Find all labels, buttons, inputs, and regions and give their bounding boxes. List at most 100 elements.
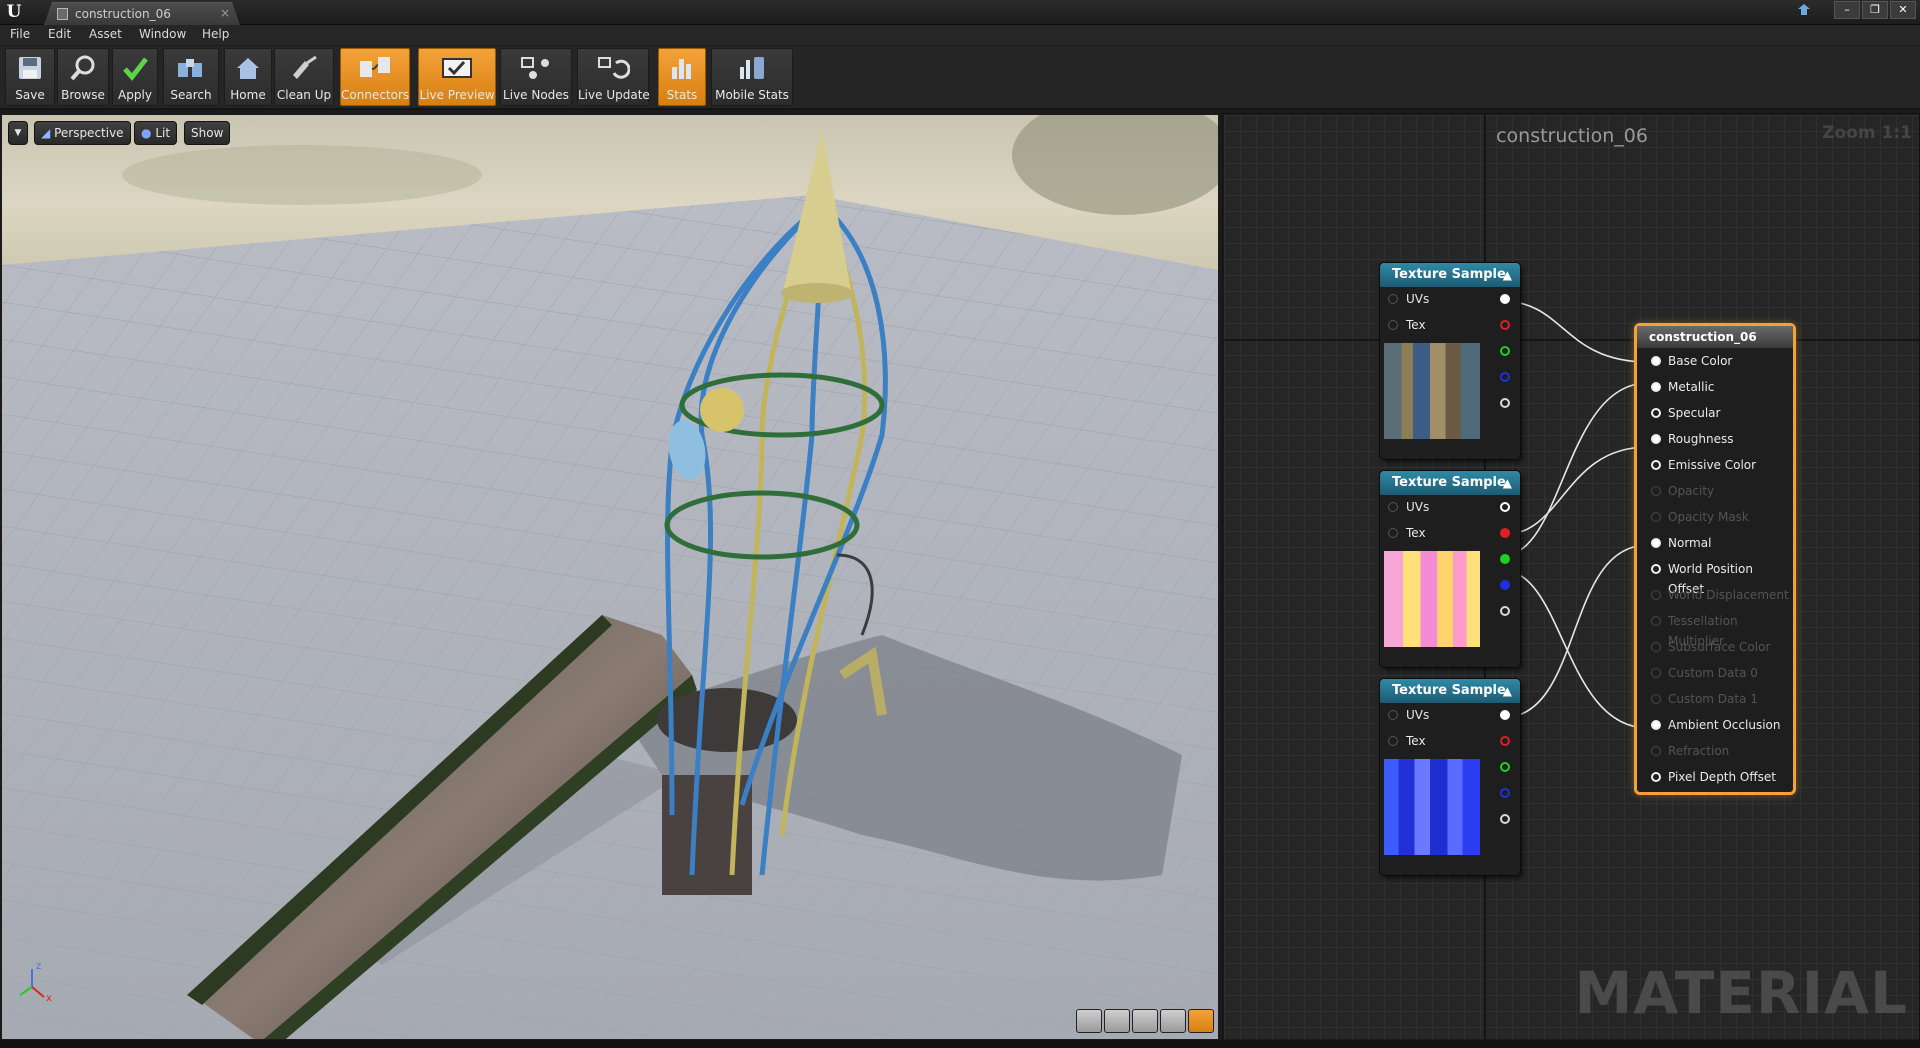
material-input-label: Opacity Mask bbox=[1668, 510, 1749, 524]
menu-edit[interactable]: Edit bbox=[48, 27, 71, 41]
output-pin-icon[interactable] bbox=[1500, 710, 1510, 720]
material-input-row: Refraction bbox=[1637, 741, 1792, 761]
input-pin-icon[interactable] bbox=[1388, 710, 1398, 720]
material-watermark: MATERIAL bbox=[1574, 959, 1908, 1027]
material-input-pin-icon[interactable] bbox=[1651, 512, 1661, 522]
material-input-pin-icon[interactable] bbox=[1651, 434, 1661, 444]
live-preview-button[interactable]: Live Preview bbox=[418, 48, 496, 106]
unreal-logo-icon[interactable]: U bbox=[4, 2, 24, 22]
material-asset-icon bbox=[57, 8, 68, 20]
collapse-arrow-icon[interactable]: ▲ bbox=[1503, 471, 1512, 495]
cube-preview-icon[interactable] bbox=[1160, 1009, 1186, 1033]
output-pin-icon[interactable] bbox=[1500, 294, 1510, 304]
collapse-arrow-icon[interactable]: ▲ bbox=[1503, 263, 1512, 287]
plane-preview-icon[interactable] bbox=[1132, 1009, 1158, 1033]
texture-sample-node[interactable]: Texture Sample ▲ UVs Tex bbox=[1380, 263, 1520, 459]
menu-window[interactable]: Window bbox=[139, 27, 186, 41]
material-input-pin-icon[interactable] bbox=[1651, 746, 1661, 756]
material-input-pin-icon[interactable] bbox=[1651, 668, 1661, 678]
search-button[interactable]: Search bbox=[163, 48, 219, 106]
node-header[interactable]: Texture Sample ▲ bbox=[1380, 471, 1520, 495]
material-input-row: World Position Offset bbox=[1637, 559, 1792, 596]
output-pin-icon[interactable] bbox=[1500, 788, 1510, 798]
material-input-pin-icon[interactable] bbox=[1651, 486, 1661, 496]
menu-help[interactable]: Help bbox=[202, 27, 229, 41]
output-pin-icon[interactable] bbox=[1500, 736, 1510, 746]
clean-up-button[interactable]: Clean Up bbox=[274, 48, 334, 106]
output-pin-icon[interactable] bbox=[1500, 528, 1510, 538]
material-input-pin-icon[interactable] bbox=[1651, 356, 1661, 366]
apply-button[interactable]: Apply bbox=[112, 48, 158, 106]
menu-file[interactable]: File bbox=[10, 27, 30, 41]
toolbar-button-label: Browse bbox=[61, 88, 105, 102]
close-button[interactable]: ✕ bbox=[1890, 1, 1916, 19]
sphere-preview-icon[interactable] bbox=[1104, 1009, 1130, 1033]
notification-icon[interactable] bbox=[1796, 3, 1812, 17]
viewport-options-button[interactable]: ▼ bbox=[8, 121, 28, 145]
input-pin-icon[interactable] bbox=[1388, 528, 1398, 538]
minimize-button[interactable]: – bbox=[1834, 1, 1860, 19]
axis-x-label: x bbox=[46, 993, 52, 1004]
live-preview-icon bbox=[440, 55, 474, 85]
connectors-button[interactable]: Connectors bbox=[340, 48, 410, 106]
material-input-pin-icon[interactable] bbox=[1651, 408, 1661, 418]
node-input-row: Tex bbox=[1380, 523, 1500, 543]
material-input-pin-icon[interactable] bbox=[1651, 772, 1661, 782]
material-input-pin-icon[interactable] bbox=[1651, 642, 1661, 652]
material-result-node[interactable]: construction_06 Base Color Metallic Specula… bbox=[1634, 323, 1796, 795]
output-pin-icon[interactable] bbox=[1500, 814, 1510, 824]
output-pin-icon[interactable] bbox=[1500, 398, 1510, 408]
apply-icon bbox=[122, 55, 148, 85]
live-nodes-button[interactable]: Live Nodes bbox=[500, 48, 572, 106]
material-input-row: Specular bbox=[1637, 403, 1792, 423]
menu-asset[interactable]: Asset bbox=[89, 27, 122, 41]
home-button[interactable]: Home bbox=[224, 48, 272, 106]
document-tab[interactable]: construction_06 × bbox=[44, 2, 240, 25]
input-pin-icon[interactable] bbox=[1388, 320, 1398, 330]
input-pin-icon[interactable] bbox=[1388, 502, 1398, 512]
material-input-pin-icon[interactable] bbox=[1651, 616, 1661, 626]
node-header[interactable]: Texture Sample ▲ bbox=[1380, 679, 1520, 703]
mobile-stats-button[interactable]: Mobile Stats bbox=[711, 48, 793, 106]
material-input-pin-icon[interactable] bbox=[1651, 720, 1661, 730]
material-input-label: Metallic bbox=[1668, 380, 1715, 394]
output-pin-icon[interactable] bbox=[1500, 320, 1510, 330]
material-input-label: Base Color bbox=[1668, 354, 1733, 368]
node-header[interactable]: Texture Sample ▲ bbox=[1380, 263, 1520, 287]
output-pin-icon[interactable] bbox=[1500, 762, 1510, 772]
material-input-pin-icon[interactable] bbox=[1651, 538, 1661, 548]
mesh-preview-icon[interactable] bbox=[1188, 1009, 1214, 1033]
material-input-pin-icon[interactable] bbox=[1651, 564, 1661, 574]
browse-button[interactable]: Browse bbox=[57, 48, 109, 106]
maximize-button[interactable]: ❐ bbox=[1862, 1, 1888, 19]
material-input-pin-icon[interactable] bbox=[1651, 590, 1661, 600]
texture-sample-node[interactable]: Texture Sample ▲ UVs Tex bbox=[1380, 471, 1520, 667]
output-pin-icon[interactable] bbox=[1500, 606, 1510, 616]
lit-button[interactable]: ● Lit bbox=[134, 121, 178, 145]
cylinder-preview-icon[interactable] bbox=[1076, 1009, 1102, 1033]
output-pin-icon[interactable] bbox=[1500, 502, 1510, 512]
output-pin-icon[interactable] bbox=[1500, 372, 1510, 382]
show-button[interactable]: Show bbox=[184, 121, 231, 145]
stats-button[interactable]: Stats bbox=[658, 48, 706, 106]
material-input-pin-icon[interactable] bbox=[1651, 694, 1661, 704]
save-button[interactable]: Save bbox=[5, 48, 55, 106]
output-pin-icon[interactable] bbox=[1500, 580, 1510, 590]
preview-viewport[interactable]: z x ▼ ◢ Perspective ● Lit Show bbox=[2, 115, 1218, 1039]
input-pin-icon[interactable] bbox=[1388, 294, 1398, 304]
input-pin-icon[interactable] bbox=[1388, 736, 1398, 746]
collapse-arrow-icon[interactable]: ▲ bbox=[1503, 679, 1512, 703]
texture-sample-node[interactable]: Texture Sample ▲ UVs Tex bbox=[1380, 679, 1520, 875]
material-graph[interactable]: construction_06 Zoom 1:1 MATERIAL Textur… bbox=[1224, 115, 1920, 1039]
material-input-row: Base Color bbox=[1637, 351, 1792, 371]
output-pin-icon[interactable] bbox=[1500, 346, 1510, 356]
material-input-row: Metallic bbox=[1637, 377, 1792, 397]
material-input-label: Roughness bbox=[1668, 432, 1734, 446]
input-pin-label: Tex bbox=[1406, 526, 1426, 540]
output-pin-icon[interactable] bbox=[1500, 554, 1510, 564]
material-input-pin-icon[interactable] bbox=[1651, 460, 1661, 470]
tab-close-icon[interactable]: × bbox=[220, 6, 230, 20]
material-input-pin-icon[interactable] bbox=[1651, 382, 1661, 392]
live-update-button[interactable]: Live Update bbox=[577, 48, 650, 106]
perspective-button[interactable]: ◢ Perspective bbox=[34, 121, 131, 145]
